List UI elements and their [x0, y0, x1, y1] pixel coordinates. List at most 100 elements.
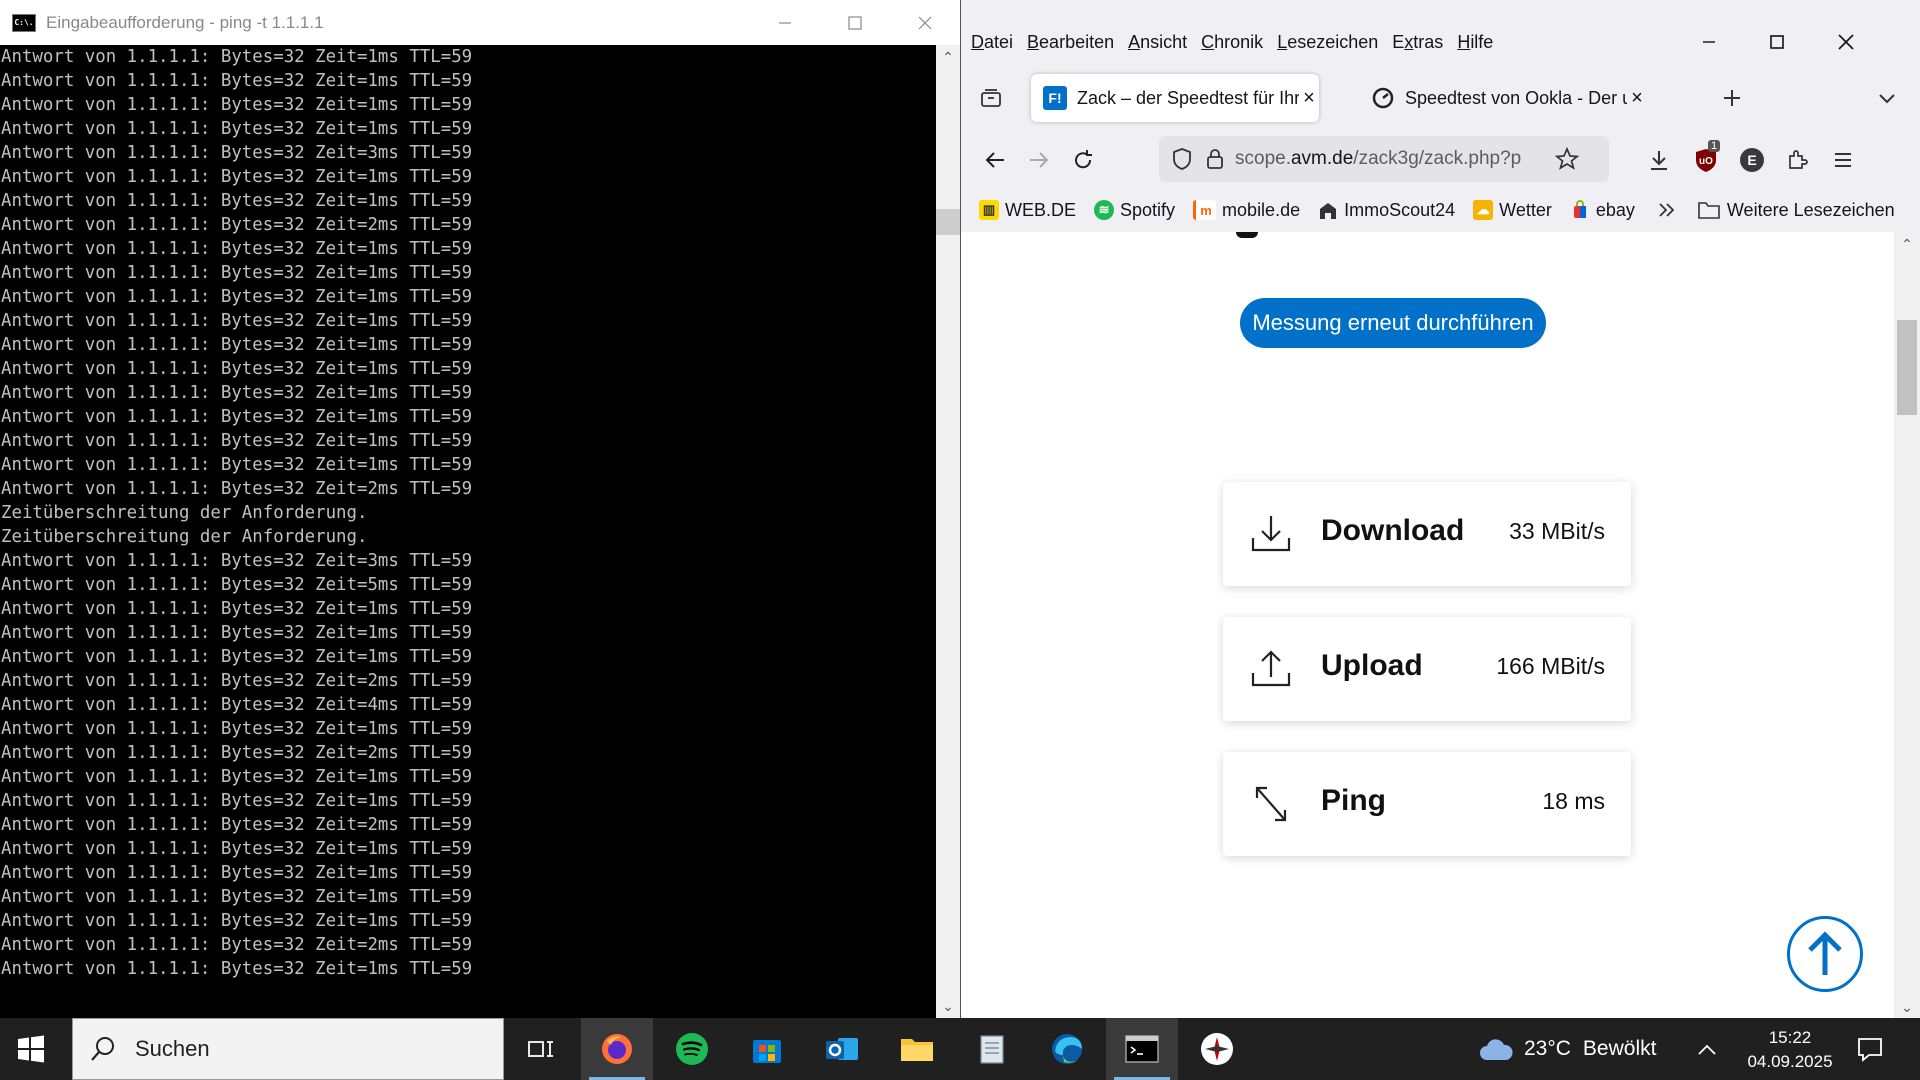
windows-logo-icon — [18, 1035, 44, 1063]
command-prompt-icon — [1125, 1035, 1159, 1063]
app-menu-button[interactable] — [1825, 142, 1861, 178]
ff-minimize-button[interactable] — [1674, 22, 1744, 62]
taskbar-outlook[interactable] — [806, 1018, 878, 1080]
taskbar-app-compass[interactable] — [1181, 1018, 1253, 1080]
arrow-right-icon — [1030, 152, 1049, 168]
bookmark-immoscout24[interactable]: ImmoScout24 — [1318, 200, 1455, 221]
menu-hilfe[interactable]: Hilfe — [1457, 32, 1493, 53]
cmd-minimize-button[interactable] — [750, 0, 820, 45]
page-scrollbar-thumb[interactable] — [1897, 320, 1917, 415]
rerun-measurement-button[interactable]: Messung erneut durchführen — [1240, 298, 1546, 348]
scroll-down-icon[interactable]: ⌄ — [936, 994, 960, 1018]
menu-datei[interactable]: Datei — [971, 32, 1013, 53]
url-text[interactable]: scope.avm.de/zack3g/zack.php?p — [1235, 148, 1545, 170]
reload-icon — [1075, 150, 1092, 169]
cmd-scrollbar[interactable]: ⌃ ⌄ — [936, 45, 960, 1018]
menu-ansicht-label: nsicht — [1140, 31, 1188, 52]
taskbar-command-prompt[interactable] — [1106, 1018, 1178, 1080]
url-prefix: scope. — [1235, 148, 1291, 169]
bookmark-label: ImmoScout24 — [1344, 199, 1456, 220]
arrow-up-icon — [1808, 931, 1842, 975]
edge-icon — [1052, 1034, 1082, 1064]
notifications-button[interactable] — [1855, 1034, 1885, 1064]
menu-chronik[interactable]: Chronik — [1201, 32, 1263, 53]
scroll-up-icon[interactable]: ⌃ — [1894, 236, 1920, 253]
bookmark-wetter[interactable]: ☁ Wetter — [1473, 200, 1552, 221]
taskbar-search-box[interactable]: Suchen — [72, 1018, 504, 1080]
account-button[interactable]: E — [1734, 142, 1770, 178]
bookmark-ebay[interactable]: ebay — [1570, 200, 1635, 221]
tracking-protection-shield-icon[interactable] — [1171, 147, 1193, 171]
bookmark-web-de[interactable]: ▥ WEB.DE — [979, 200, 1076, 221]
list-all-tabs-button[interactable] — [1869, 80, 1905, 116]
downloads-button[interactable] — [1641, 142, 1677, 178]
other-bookmarks-folder[interactable]: Weitere Lesezeichen — [1697, 200, 1895, 221]
cmd-output[interactable]: Antwort von 1.1.1.1: Bytes=32 Zeit=1ms T… — [0, 45, 937, 1015]
other-bookmarks-label: Weitere Lesezeichen — [1726, 199, 1895, 220]
extensions-button[interactable] — [1779, 142, 1815, 178]
tab-overview-icon — [981, 89, 1001, 107]
bookmark-mobile-de[interactable]: m mobile.de — [1193, 200, 1300, 221]
plus-icon — [1724, 90, 1740, 106]
bookmarks-overflow-button[interactable] — [1657, 200, 1677, 220]
weather-widget[interactable]: 23°C Bewölkt — [1478, 1018, 1656, 1080]
menu-bearbeiten[interactable]: Bearbeiten — [1027, 32, 1114, 53]
cmd-maximize-button[interactable] — [820, 0, 890, 45]
taskbar-spotify[interactable] — [656, 1018, 728, 1080]
bookmark-label: ebay — [1595, 199, 1635, 220]
reload-button[interactable] — [1065, 142, 1101, 178]
menu-extras-pre: E — [1392, 31, 1405, 52]
taskbar-edge[interactable] — [1031, 1018, 1103, 1080]
result-card-download: Download 33 MBit/s — [1223, 482, 1631, 586]
ublock-extension-button[interactable]: uO 1 — [1688, 140, 1724, 178]
scroll-down-icon[interactable]: ⌄ — [1894, 999, 1920, 1016]
bookmark-spotify[interactable]: ≋ Spotify — [1094, 200, 1175, 221]
ping-icon — [1255, 786, 1287, 822]
ff-close-button[interactable] — [1811, 22, 1881, 62]
ff-maximize-button[interactable] — [1742, 22, 1812, 62]
folder-icon — [901, 1039, 933, 1061]
task-view-icon — [528, 1041, 553, 1057]
spotify-icon: ≋ — [1094, 200, 1115, 220]
back-button[interactable] — [977, 142, 1013, 178]
scroll-up-icon[interactable]: ⌃ — [936, 45, 960, 69]
bookmarks-toolbar: ▥ WEB.DE ≋ Spotify m mobile.de ImmoScout24 … — [961, 193, 1920, 227]
result-value: 33 MBit/s — [1509, 518, 1605, 544]
maximize-icon — [848, 15, 862, 30]
menu-ansicht[interactable]: Ansicht — [1128, 32, 1187, 53]
menu-extras[interactable]: Extras — [1392, 32, 1443, 53]
tab-close-icon[interactable]: × — [1627, 87, 1647, 110]
menu-lesezeichen[interactable]: Lesezeichen — [1277, 32, 1378, 53]
tab-zack[interactable]: F! Zack – der Speedtest für Ihre Breitba… — [1031, 74, 1319, 122]
bookmark-star-icon[interactable] — [1555, 147, 1579, 171]
url-bar[interactable]: scope.avm.de/zack3g/zack.php?p — [1159, 136, 1609, 182]
firefox-window: Datei Bearbeiten Ansicht Chronik Lesezei… — [961, 0, 1920, 1018]
double-chevron-right-icon — [1659, 203, 1675, 217]
bookmark-label: Spotify — [1120, 199, 1176, 220]
puzzle-icon — [1789, 150, 1808, 169]
firefox-titlebar[interactable] — [961, 0, 1920, 22]
page-scrollbar[interactable]: ⌃ ⌄ — [1894, 232, 1920, 1018]
scroll-to-top-button[interactable] — [1787, 916, 1863, 992]
lock-icon[interactable] — [1205, 147, 1225, 171]
navigation-toolbar: scope.avm.de/zack3g/zack.php?p uO 1 E — [961, 132, 1920, 188]
partial-page-element — [1236, 232, 1258, 238]
forward-button[interactable] — [1021, 142, 1057, 178]
tab-overview-button[interactable] — [973, 80, 1009, 116]
taskbar-notepad[interactable] — [956, 1018, 1028, 1080]
new-tab-button[interactable] — [1714, 80, 1750, 116]
tab-ookla[interactable]: Speedtest von Ookla - Der umfassende Bre… — [1371, 74, 1659, 122]
result-value: 18 ms — [1542, 788, 1605, 814]
start-button[interactable] — [14, 1032, 48, 1066]
taskbar-microsoft-store[interactable] — [731, 1018, 803, 1080]
show-hidden-icons-button[interactable] — [1694, 1038, 1720, 1064]
taskbar-firefox[interactable] — [581, 1018, 653, 1080]
task-view-button[interactable] — [505, 1018, 577, 1080]
taskbar-file-explorer[interactable] — [881, 1018, 953, 1080]
taskbar-clock[interactable]: 15:22 04.09.2025 — [1740, 1026, 1840, 1074]
microsoft-store-icon — [753, 1040, 781, 1063]
cmd-close-button[interactable] — [890, 0, 960, 45]
cmd-titlebar[interactable]: C:\. Eingabeaufforderung - ping -t 1.1.1… — [0, 0, 960, 46]
cmd-scrollbar-thumb[interactable] — [936, 209, 960, 235]
tab-close-icon[interactable]: × — [1299, 87, 1319, 110]
